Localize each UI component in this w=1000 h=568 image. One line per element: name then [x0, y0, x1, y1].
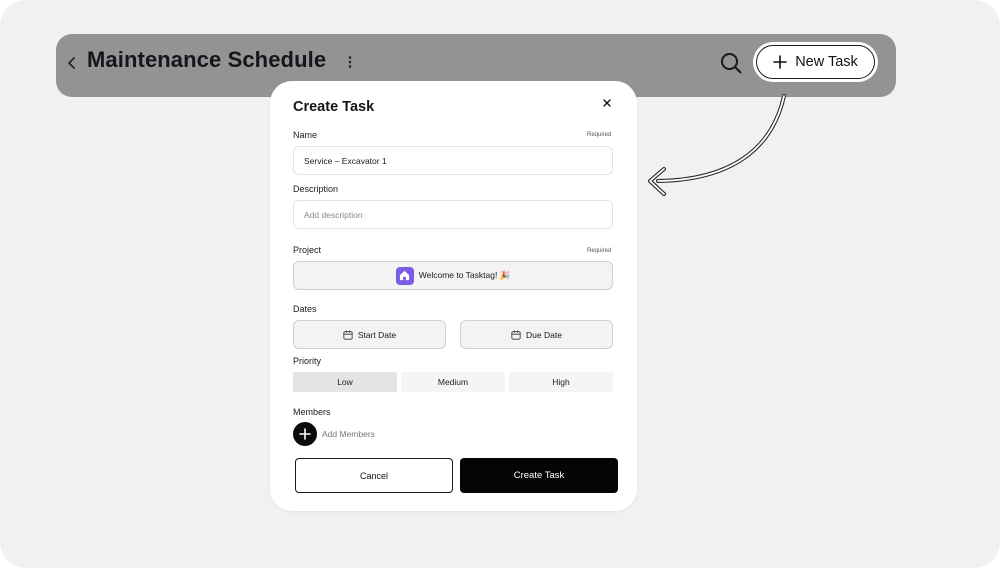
project-required: Required: [587, 248, 612, 254]
description-label: Description: [293, 184, 339, 194]
home-icon: [395, 266, 414, 285]
due-date-button[interactable]: Due Date: [460, 320, 613, 349]
plus-icon: [299, 428, 311, 440]
search-button[interactable]: [719, 51, 743, 75]
curved-arrow-icon: [648, 94, 786, 196]
members-label: Members: [293, 407, 331, 417]
dates-label: Dates: [293, 304, 317, 314]
calendar-icon: [343, 329, 353, 340]
start-date-button[interactable]: Start Date: [293, 320, 446, 349]
new-task-label: New Task: [795, 54, 858, 70]
app-canvas: Maintenance Schedule New Task Create Tas…: [0, 0, 1000, 568]
description-field[interactable]: Add description: [293, 200, 613, 229]
add-members-button[interactable]: [293, 422, 317, 446]
create-task-modal: Create Task Name Required Service – Exca…: [270, 81, 637, 511]
more-vertical-icon: [348, 56, 352, 68]
create-task-button[interactable]: Create Task: [460, 458, 618, 493]
project-selected: Welcome to Tasktag! 🎉: [418, 270, 511, 280]
modal-title: Create Task: [293, 99, 375, 115]
start-date-label: Start Date: [357, 329, 397, 340]
plus-icon: [773, 55, 788, 69]
more-options-button[interactable]: [343, 53, 357, 71]
close-icon: [603, 99, 611, 107]
name-label: Name: [293, 130, 318, 140]
back-button[interactable]: [64, 54, 80, 72]
priority-medium[interactable]: Medium: [401, 372, 505, 392]
due-date-label: Due Date: [526, 329, 562, 340]
cancel-button[interactable]: Cancel: [295, 458, 453, 493]
close-button[interactable]: [600, 96, 614, 110]
priority-label: Priority: [293, 356, 322, 366]
priority-low[interactable]: Low: [293, 372, 397, 392]
project-select[interactable]: Welcome to Tasktag! 🎉: [293, 261, 613, 290]
name-field[interactable]: Service – Excavator 1: [293, 146, 613, 175]
new-task-button[interactable]: New Task: [756, 45, 875, 79]
calendar-icon: [511, 329, 521, 340]
add-members-label: Add Members: [322, 429, 375, 439]
page-title: Maintenance Schedule: [87, 47, 327, 72]
name-required: Required: [587, 132, 612, 138]
priority-high[interactable]: High: [509, 372, 613, 392]
chevron-left-icon: [68, 57, 75, 69]
search-icon: [721, 53, 742, 74]
project-label: Project: [293, 245, 322, 255]
